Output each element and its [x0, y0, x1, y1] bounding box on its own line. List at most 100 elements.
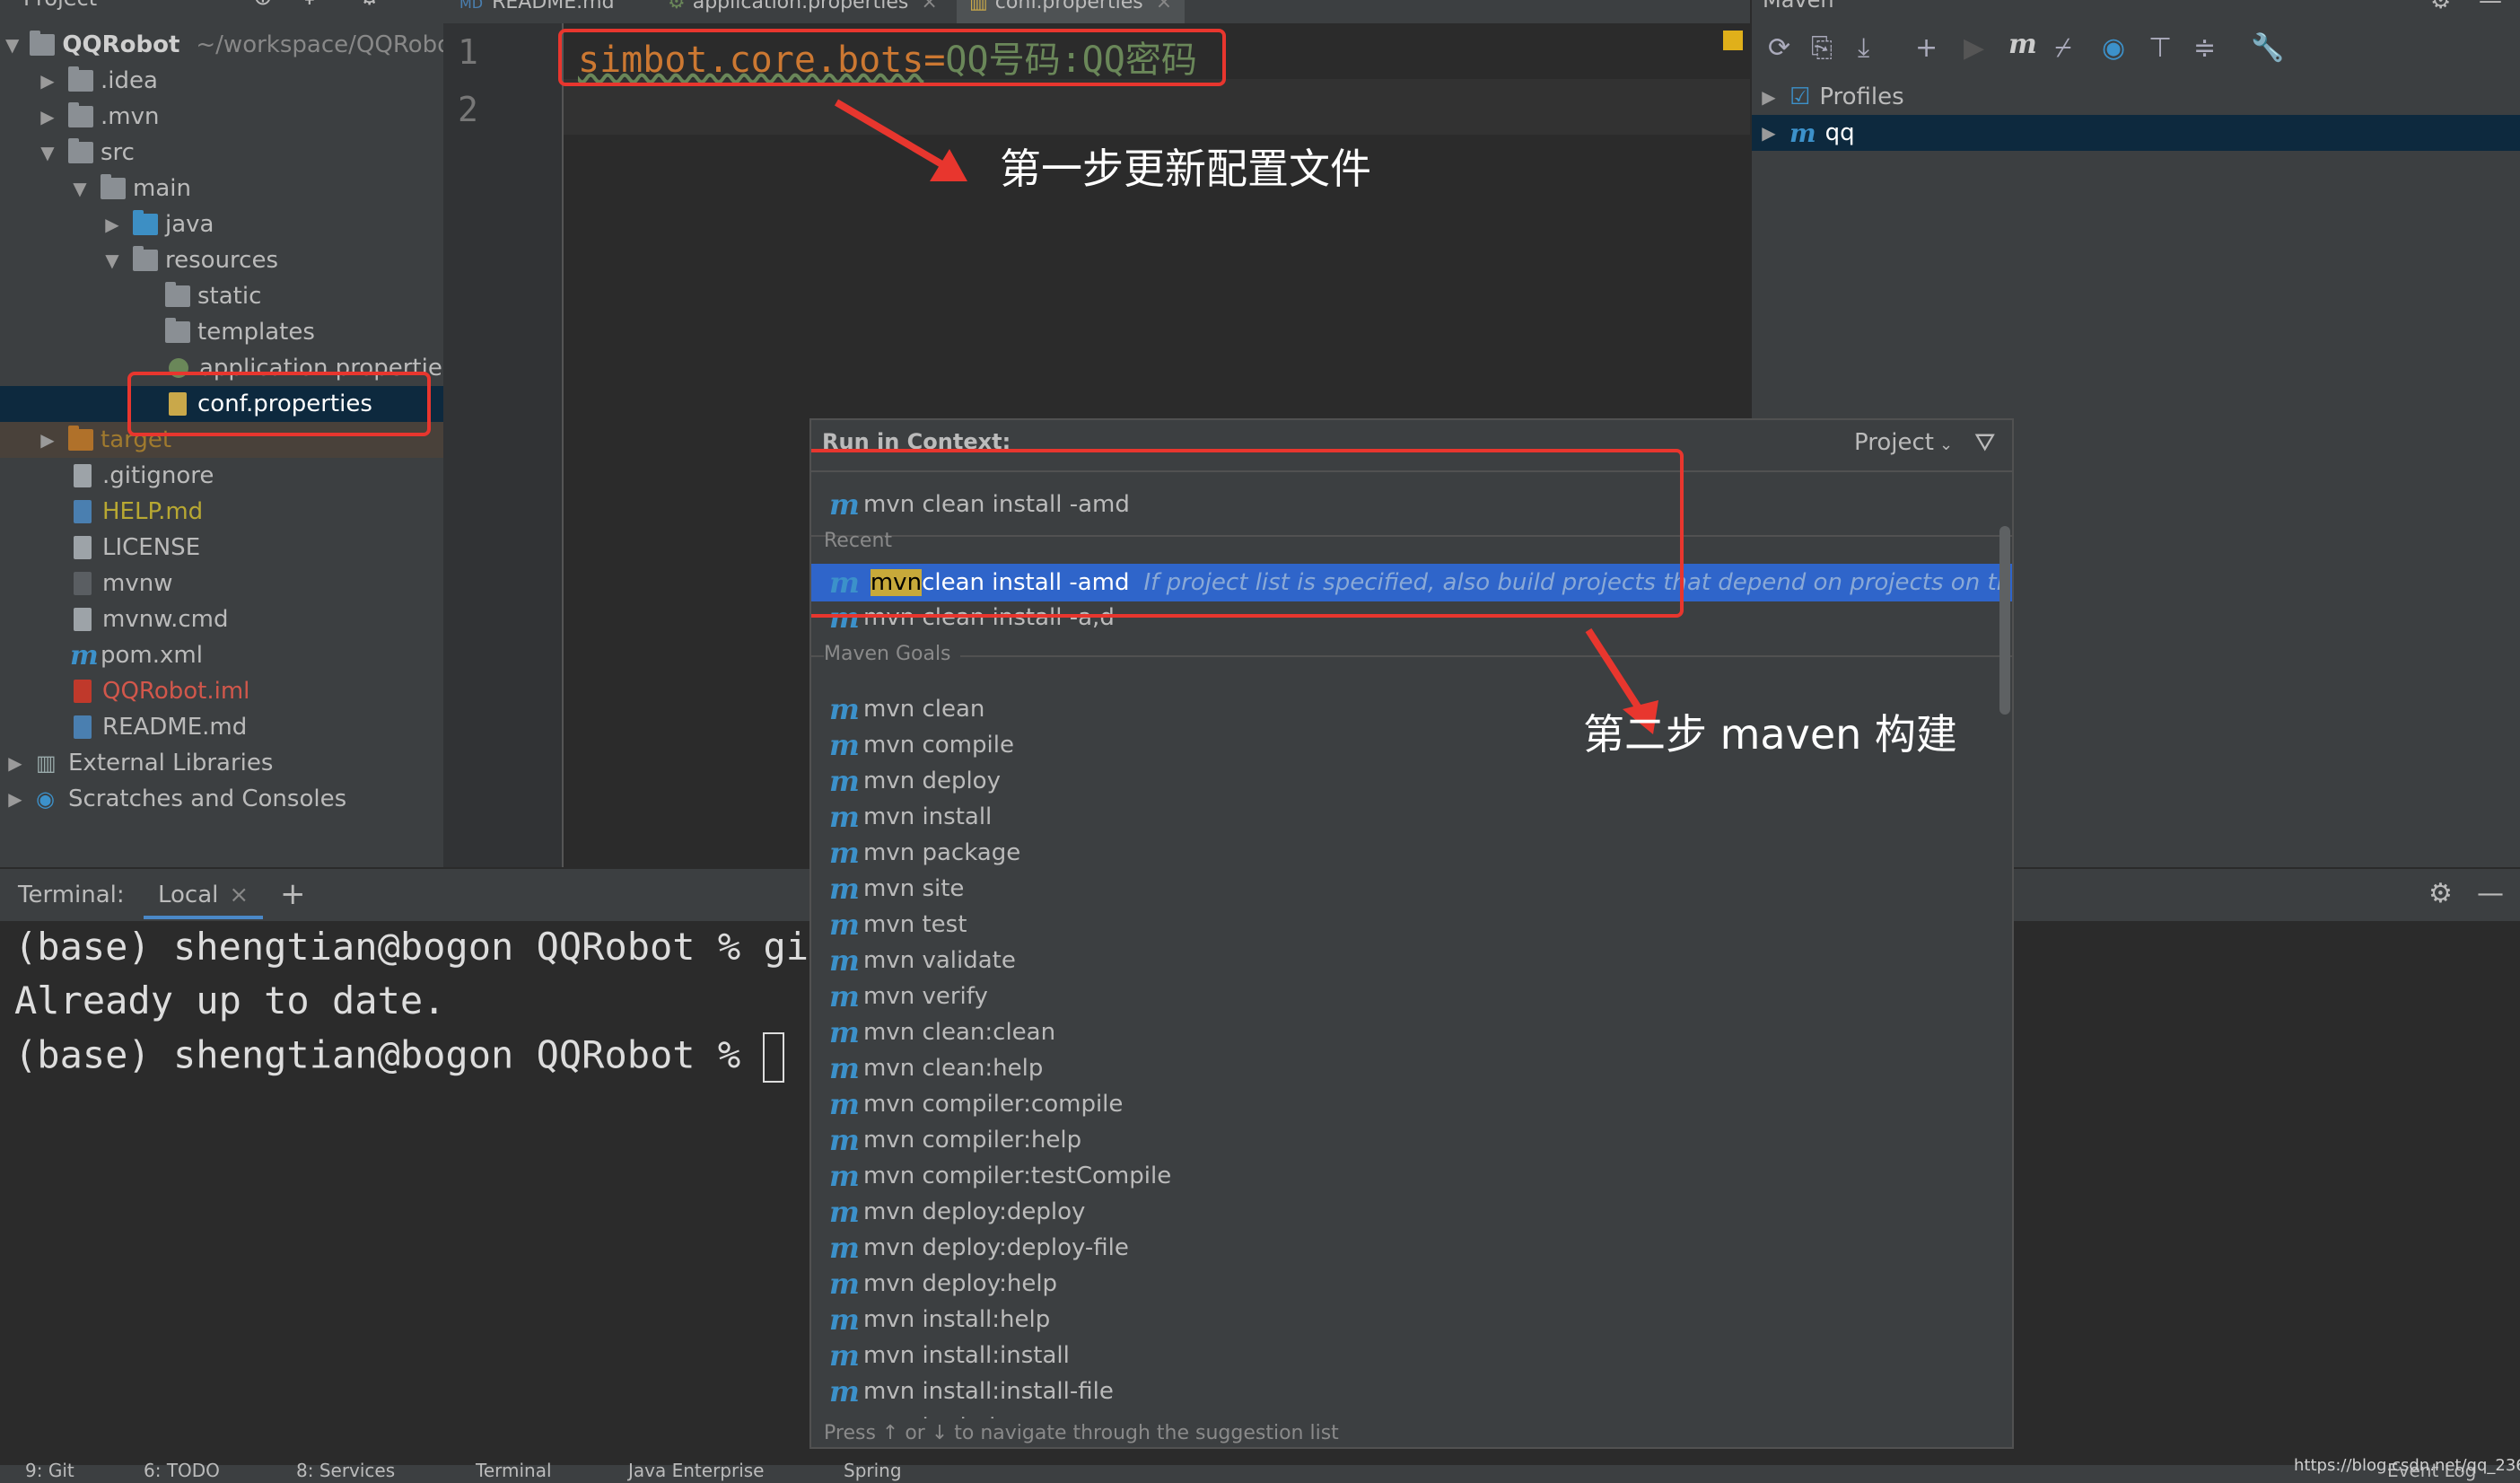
- expand-arrow-icon[interactable]: ▼: [70, 178, 90, 199]
- warning-marker-icon[interactable]: [1723, 31, 1743, 50]
- tree-root[interactable]: ▼ QQRobot ~/workspace/QQRobot: [0, 27, 443, 63]
- minimize-icon[interactable]: —: [2477, 878, 2504, 909]
- project-view-label[interactable]: Project: [23, 0, 97, 11]
- collapse-arrow-icon[interactable]: ▶: [5, 752, 25, 774]
- maven-project-qq[interactable]: ▶ m qq: [1752, 115, 2520, 151]
- tree-item-src[interactable]: ▼ src: [0, 135, 443, 171]
- status-tool-window-button[interactable]: Spring: [844, 1460, 902, 1481]
- tree-item-gitignore[interactable]: .gitignore: [0, 458, 443, 494]
- maven-goal-item[interactable]: m mvn clean:clean: [829, 1014, 1996, 1050]
- status-tool-window-button[interactable]: 8: Services: [296, 1460, 395, 1481]
- maven-goal-item[interactable]: m mvn test: [829, 907, 1996, 943]
- status-tool-window-button[interactable]: 6: TODO: [144, 1460, 220, 1481]
- add-icon[interactable]: +: [280, 876, 306, 912]
- terminal-line: Already up to date.: [14, 978, 446, 1022]
- collapse-arrow-icon[interactable]: ▶: [1759, 122, 1779, 144]
- maven-goal-label: mvn install:install-file: [863, 1378, 1114, 1405]
- scratches-icon: ◉: [36, 786, 55, 812]
- scrollbar-thumb[interactable]: [1999, 526, 2010, 715]
- maven-goal-item[interactable]: m mvn site: [829, 871, 1996, 907]
- tree-item-static[interactable]: static: [0, 278, 443, 314]
- maven-goal-item[interactable]: m mvn deploy:deploy: [829, 1194, 1996, 1230]
- tree-item-pom-xml[interactable]: m pom.xml: [0, 637, 443, 673]
- skip-tests-icon[interactable]: ◉: [2102, 32, 2125, 64]
- tree-item-external-libraries[interactable]: ▶ ▥ External Libraries: [0, 745, 443, 781]
- download-icon[interactable]: ⤓: [1858, 32, 1869, 64]
- tree-item-qqrobot-iml[interactable]: QQRobot.iml: [0, 673, 443, 709]
- toggle-offline-icon[interactable]: ⌿: [2055, 32, 2071, 64]
- tree-item-label: External Libraries: [68, 750, 274, 777]
- execute-goal-icon[interactable]: m: [2008, 29, 2037, 60]
- tree-item-templates[interactable]: templates: [0, 314, 443, 350]
- status-tool-window-button[interactable]: Terminal: [476, 1460, 552, 1481]
- tab-conf-properties[interactable]: ▥ conf.properties ×: [957, 0, 1186, 23]
- tab-local[interactable]: Local ×: [144, 876, 264, 919]
- expand-arrow-icon[interactable]: ▼: [102, 250, 122, 271]
- minimize-icon[interactable]: —: [406, 0, 429, 11]
- expand-arrow-icon[interactable]: ▼: [5, 34, 19, 56]
- collapse-arrow-icon[interactable]: ▶: [38, 106, 57, 127]
- collapse-arrow-icon[interactable]: ▶: [5, 788, 25, 810]
- gear-icon[interactable]: ⚙: [2428, 878, 2453, 909]
- collapse-icon[interactable]: ⇞: [300, 0, 319, 11]
- close-icon[interactable]: ×: [229, 882, 249, 908]
- tree-item-label: src: [101, 139, 135, 166]
- maven-goal-item[interactable]: m mvn verify: [829, 978, 1996, 1014]
- tree-item-readme-md[interactable]: README.md: [0, 709, 443, 745]
- collapse-arrow-icon[interactable]: ▶: [1759, 86, 1779, 108]
- reload-icon[interactable]: ⟳: [1768, 32, 1790, 64]
- tree-item-idea[interactable]: ▶ .idea: [0, 63, 443, 99]
- collapse-arrow-icon[interactable]: ▶: [102, 214, 122, 235]
- maven-goal-item[interactable]: m mvn compiler:compile: [829, 1086, 1996, 1122]
- tree-item-scratches[interactable]: ▶ ◉ Scratches and Consoles: [0, 781, 443, 817]
- generate-sources-icon[interactable]: ⎘: [1811, 32, 1833, 64]
- maven-goal-item[interactable]: m mvn deploy:help: [829, 1266, 1996, 1302]
- maven-goal-item[interactable]: m mvn install:install: [829, 1338, 1996, 1373]
- tab-application-properties[interactable]: ⚙ application.properties ×: [668, 0, 938, 23]
- show-dependencies-icon[interactable]: ⊤: [2148, 32, 2172, 64]
- maven-goal-item[interactable]: m mvn compiler:testCompile: [829, 1158, 1996, 1194]
- maven-goal-item[interactable]: m mvn deploy: [829, 763, 1996, 799]
- status-tool-window-button[interactable]: Java Enterprise: [628, 1460, 764, 1481]
- gear-icon[interactable]: ⚙: [2430, 0, 2451, 14]
- tree-item-resources[interactable]: ▼ resources: [0, 242, 443, 278]
- maven-goal-item[interactable]: m mvn validate: [829, 943, 1996, 978]
- libraries-icon: ▥: [36, 750, 57, 776]
- folder-icon: [165, 318, 190, 343]
- tree-item-license[interactable]: LICENSE: [0, 530, 443, 566]
- maven-goal-item[interactable]: m mvn install:install-file: [829, 1373, 1996, 1409]
- maven-profiles[interactable]: ▶ ☑ Profiles: [1752, 79, 2520, 115]
- minimize-icon[interactable]: —: [2479, 0, 2502, 14]
- expand-arrow-icon[interactable]: ▼: [38, 142, 57, 163]
- maven-goal-item[interactable]: m mvn package: [829, 835, 1996, 871]
- locate-icon[interactable]: ⊕: [253, 0, 273, 11]
- tree-item-mvnw-cmd[interactable]: mvnw.cmd: [0, 601, 443, 637]
- tree-item-help-md[interactable]: HELP.md: [0, 494, 443, 530]
- maven-goal-label: mvn compiler:testCompile: [863, 1163, 1172, 1189]
- project-panel-header[interactable]: Project ⊕ ⇞ ⚙ —: [0, 0, 443, 13]
- maven-icon: m: [829, 1374, 860, 1408]
- maven-goal-item[interactable]: m mvn install:help: [829, 1302, 1996, 1338]
- tree-item-mvn[interactable]: ▶ .mvn: [0, 99, 443, 135]
- collapse-all-icon[interactable]: ≑: [2193, 32, 2216, 64]
- wrench-icon[interactable]: 🔧: [2251, 32, 2284, 64]
- collapse-arrow-icon[interactable]: ▶: [38, 429, 57, 451]
- maven-goal-item[interactable]: m mvn clean:help: [829, 1050, 1996, 1086]
- status-tool-window-button[interactable]: 9: Git: [25, 1460, 74, 1481]
- close-icon[interactable]: ×: [921, 0, 937, 13]
- tree-item-mvnw[interactable]: mvnw: [0, 566, 443, 601]
- maven-goal-item[interactable]: m mvn deploy:deploy-file: [829, 1230, 1996, 1266]
- maven-goal-item[interactable]: m mvn compiler:help: [829, 1122, 1996, 1158]
- terminal-label: Terminal:: [18, 882, 125, 908]
- tree-item-main[interactable]: ▼ main: [0, 171, 443, 206]
- run-icon[interactable]: ▶: [1964, 32, 1984, 64]
- tab-readme[interactable]: MD README.md: [459, 0, 615, 23]
- collapse-arrow-icon[interactable]: ▶: [38, 70, 57, 92]
- maven-goal-item[interactable]: m mvn install: [829, 799, 1996, 835]
- filter-icon[interactable]: ⛛: [1974, 427, 1996, 458]
- scope-dropdown[interactable]: Project ⌄: [1854, 429, 1953, 456]
- gear-icon[interactable]: ⚙: [359, 0, 380, 11]
- close-icon[interactable]: ×: [1156, 0, 1172, 13]
- tree-item-java[interactable]: ▶ java: [0, 206, 443, 242]
- add-icon[interactable]: +: [1915, 32, 1938, 64]
